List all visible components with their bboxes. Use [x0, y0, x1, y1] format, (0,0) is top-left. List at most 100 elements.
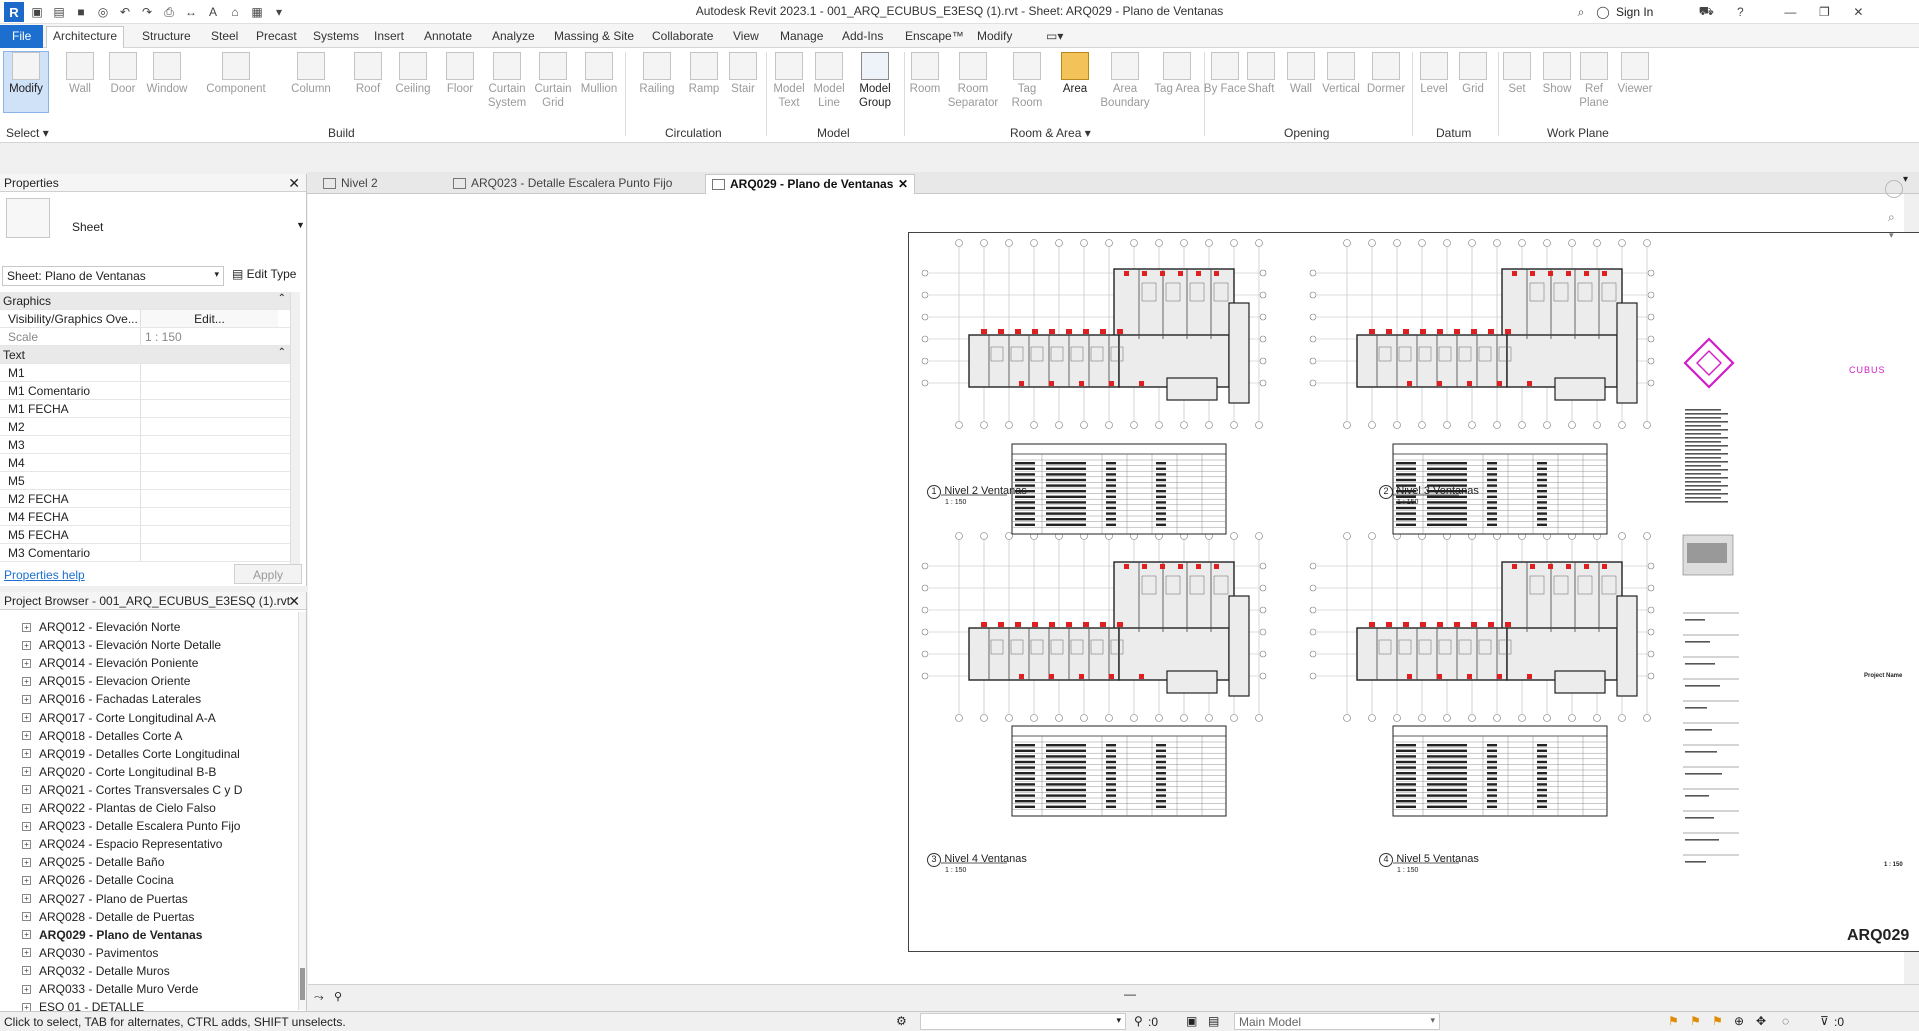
browser-scroll-thumb[interactable]: [300, 968, 305, 1000]
expand-icon[interactable]: +: [22, 713, 31, 722]
print-icon[interactable]: ⎙: [160, 3, 178, 21]
prop-row[interactable]: M3: [0, 436, 290, 454]
tab-analyze[interactable]: Analyze: [486, 27, 541, 47]
sign-in-link[interactable]: Sign In: [1616, 5, 1653, 19]
prop-row[interactable]: M4 FECHA: [0, 508, 290, 526]
browser-item[interactable]: + ARQ020 - Corte Longitudinal B-B: [22, 763, 216, 781]
model-group-button[interactable]: Model Group: [852, 52, 898, 110]
railing-button[interactable]: Railing: [634, 52, 680, 96]
window-button[interactable]: Window: [144, 52, 190, 96]
expand-icon[interactable]: +: [22, 839, 31, 849]
edit-button[interactable]: Edit...: [140, 310, 278, 327]
prop-row[interactable]: M4: [0, 454, 290, 472]
prop-row[interactable]: M1 Comentario: [0, 382, 290, 400]
browser-item[interactable]: + ARQ023 - Detalle Escalera Punto Fijo: [22, 817, 240, 835]
cart-icon[interactable]: ⛟: [1697, 3, 1715, 21]
tab-modify[interactable]: Modify: [971, 27, 1018, 47]
tab-arq029[interactable]: ARQ029 - Plano de Ventanas ✕: [705, 174, 915, 194]
expand-icon[interactable]: +: [22, 622, 31, 632]
room-button[interactable]: Room: [902, 52, 948, 96]
view-control-icon[interactable]: ⤳: [314, 990, 324, 1005]
pin-icon[interactable]: ⚲: [334, 990, 342, 1003]
underlay-select-icon[interactable]: ⚑: [1690, 1014, 1701, 1028]
expand-icon[interactable]: +: [22, 767, 31, 777]
browser-item[interactable]: + ARQ028 - Detalle de Puertas: [22, 908, 194, 926]
edit-type-button[interactable]: ▤ Edit Type: [232, 267, 296, 281]
design-options-icon-2[interactable]: ▤: [1208, 1014, 1219, 1028]
column-button[interactable]: Column: [288, 52, 334, 96]
view-title-1[interactable]: 1 Nivel 2 Ventanas 1 : 150: [927, 483, 1027, 506]
tab-insert[interactable]: Insert: [368, 27, 410, 47]
tab-nivel-2[interactable]: Nivel 2: [317, 174, 445, 194]
worksets-icon[interactable]: ⚙: [896, 1014, 907, 1028]
tag-area-button[interactable]: Tag Area: [1154, 52, 1200, 96]
design-options-icon[interactable]: ▣: [1186, 1014, 1197, 1028]
expand-icon[interactable]: +: [22, 640, 31, 650]
view-title-4[interactable]: 4 Nivel 5 Ventanas 1 : 150: [1379, 851, 1479, 874]
floor-button[interactable]: Floor: [437, 52, 483, 96]
expand-icon[interactable]: +: [22, 875, 31, 885]
prop-row[interactable]: M1: [0, 364, 290, 382]
expand-icon[interactable]: +: [22, 857, 31, 867]
zoom-icon[interactable]: ⌕: [1888, 210, 1895, 225]
panel-label-room-area[interactable]: Room & Area ▾: [1010, 126, 1091, 140]
browser-item[interactable]: + ARQ032 - Detalle Muros: [22, 962, 170, 980]
component-button[interactable]: Component: [206, 52, 266, 96]
prop-row[interactable]: M5: [0, 472, 290, 490]
browser-item[interactable]: + ARQ018 - Detalles Corte A: [22, 727, 182, 745]
tab-arq023[interactable]: ARQ023 - Detalle Escalera Punto Fijo: [447, 174, 701, 194]
customize-icon[interactable]: ▾: [270, 3, 288, 21]
chevron-down-icon[interactable]: ▼: [296, 220, 305, 230]
dormer-button[interactable]: Dormer: [1363, 52, 1409, 96]
expand-icon[interactable]: +: [22, 966, 31, 976]
expand-icon[interactable]: +: [22, 658, 31, 668]
curtain-grid-button[interactable]: Curtain Grid: [530, 52, 576, 110]
mullion-button[interactable]: Mullion: [576, 52, 622, 96]
browser-item[interactable]: + ARQ029 - Plano de Ventanas: [22, 926, 202, 944]
browser-item[interactable]: + ARQ033 - Detalle Muro Verde: [22, 980, 198, 998]
editable-only-icon[interactable]: ⚲: [1134, 1014, 1143, 1028]
panel-toggle-icon[interactable]: ▭▾: [1040, 27, 1069, 47]
browser-scrollbar[interactable]: [298, 612, 306, 1010]
help-icon[interactable]: ?: [1731, 3, 1749, 21]
text-icon[interactable]: A: [204, 3, 222, 21]
browser-item[interactable]: + ARQ024 - Espacio Representativo: [22, 835, 222, 853]
tab-structure[interactable]: Structure: [136, 27, 197, 47]
properties-help-link[interactable]: Properties help: [4, 568, 85, 582]
viewer-button[interactable]: Viewer: [1612, 52, 1658, 96]
prop-row[interactable]: M2: [0, 418, 290, 436]
tab-file[interactable]: File: [0, 25, 44, 48]
filter-icon[interactable]: ⊽: [1820, 1014, 1829, 1028]
workset-dropdown[interactable]: ▾: [920, 1013, 1126, 1030]
redo-icon[interactable]: ↷: [138, 3, 156, 21]
tab-architecture[interactable]: Architecture: [46, 26, 125, 48]
prop-row[interactable]: M5 FECHA: [0, 526, 290, 544]
expand-icon[interactable]: +: [22, 803, 31, 813]
chevron-down-icon[interactable]: ▾: [1889, 230, 1894, 241]
curtain-system-button[interactable]: Curtain System: [484, 52, 530, 110]
expand-icon[interactable]: +: [22, 749, 31, 759]
instance-selector[interactable]: Sheet: Plano de Ventanas ▾: [2, 266, 224, 286]
user-icon[interactable]: ◯: [1594, 3, 1612, 21]
tab-collaborate[interactable]: Collaborate: [646, 27, 719, 47]
browser-item[interactable]: + ARQ017 - Corte Longitudinal A-A: [22, 709, 216, 727]
sync-icon[interactable]: ◎: [94, 3, 112, 21]
expand-icon[interactable]: +: [22, 930, 31, 940]
search-icon[interactable]: ⌕: [1572, 3, 1590, 21]
panel-label-select[interactable]: Select ▾: [6, 126, 49, 140]
stair-button[interactable]: Stair: [720, 52, 766, 96]
area-boundary-button[interactable]: Area Boundary: [1100, 52, 1150, 110]
pinned-select-icon[interactable]: ⚑: [1712, 1014, 1723, 1028]
view-title-3[interactable]: 3 Nivel 4 Ventanas 1 : 150: [927, 851, 1027, 874]
tab-enscape[interactable]: Enscape™: [899, 27, 970, 47]
tab-systems[interactable]: Systems: [307, 27, 365, 47]
model-line-button[interactable]: Model Line: [806, 52, 852, 110]
area-button[interactable]: Area: [1052, 52, 1098, 96]
expand-icon[interactable]: +: [22, 894, 31, 903]
browser-item[interactable]: + ARQ016 - Fachadas Laterales: [22, 690, 201, 708]
browser-item[interactable]: + ARQ025 - Detalle Baño: [22, 853, 164, 871]
expand-icon[interactable]: +: [22, 821, 31, 831]
switch-windows-icon[interactable]: ▦: [248, 3, 266, 21]
revit-logo-icon[interactable]: R: [4, 2, 24, 22]
grid-button[interactable]: Grid: [1450, 52, 1496, 96]
